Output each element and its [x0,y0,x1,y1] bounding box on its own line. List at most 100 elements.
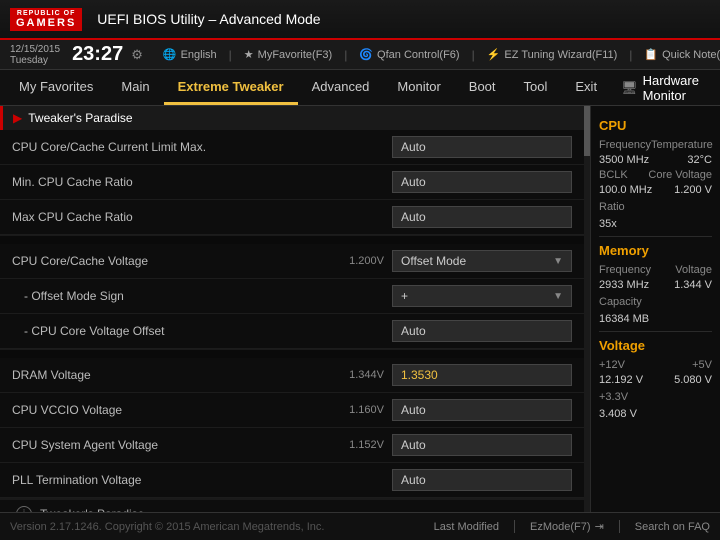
ez-mode-button[interactable]: EzMode(F7) ⇥ [515,520,620,533]
datetime-block: 12/15/2015Tuesday [10,44,60,66]
toolbar: 12/15/2015Tuesday 23:27 ⚙ 🌐 English | ★ … [0,40,720,70]
ez-tuning-label: EZ Tuning Wizard(F11) [504,49,617,61]
nav-boot-label: Boot [469,79,496,94]
cpu-cache-limit-input[interactable]: Auto [392,136,572,158]
setting-row-cpu-core-voltage[interactable]: CPU Core/Cache Voltage 1.200V Offset Mod… [0,244,584,279]
hw-cpu-freq-label: Frequency [599,139,651,151]
setting-row-min-cpu-cache[interactable]: Min. CPU Cache Ratio Auto [0,165,584,200]
setting-row-cpu-core-offset[interactable]: - CPU Core Voltage Offset Auto [0,314,584,349]
cpu-vccio-input[interactable]: Auto [392,399,572,421]
hw-cpu-bclk-label: BCLK [599,169,628,181]
max-cpu-cache-input[interactable]: Auto [392,206,572,228]
scrollbar-thumb[interactable] [584,106,590,156]
toolbar-ez-tuning[interactable]: ⚡ EZ Tuning Wizard(F11) [481,46,624,63]
hw-cpu-bclk-val-row: 100.0 MHz 1.200 V [599,184,712,196]
nav-item-exit[interactable]: Exit [561,70,611,105]
section-header-tweakers-paradise: ▶ Tweaker's Paradise [0,106,584,130]
hw-cpu-ratio-value: 35x [599,218,617,230]
hw-volt-5v-label: +5V [692,359,712,371]
hw-volt-12v-row: +12V +5V [599,359,712,371]
settings-group-3: DRAM Voltage 1.344V 1.3530 CPU VCCIO Vol… [0,358,584,499]
info-icon: i [16,506,32,512]
offset-sign-select[interactable]: + ▼ [392,285,572,307]
sep3: | [472,48,475,62]
hw-volt-12v-val-row: 12.192 V 5.080 V [599,374,712,386]
cpu-core-offset-label: - CPU Core Voltage Offset [24,324,304,338]
language-label: English [181,49,217,61]
last-modified-button[interactable]: Last Modified [434,520,515,533]
cpu-core-offset-input[interactable]: Auto [392,320,572,342]
hw-divider-2 [599,331,712,332]
hw-volt-33v-value: 3.408 V [599,408,637,420]
nav-item-extreme-tweaker[interactable]: Extreme Tweaker [164,70,298,105]
group-separator-2 [0,350,584,358]
cpu-core-voltage-select[interactable]: Offset Mode ▼ [392,250,572,272]
setting-row-max-cpu-cache[interactable]: Max CPU Cache Ratio Auto [0,200,584,235]
hw-cpu-bclk-row: BCLK Core Voltage [599,169,712,181]
hw-monitor-nav-label: 🖥 Hardware Monitor [611,70,715,105]
hw-cpu-temp-value: 32°C [687,154,712,166]
toolbar-qfan[interactable]: 🌀 Qfan Control(F6) [353,46,465,63]
gear-icon: ⚙ [131,47,143,63]
time-display: 23:27 [72,43,123,66]
min-cpu-cache-input[interactable]: Auto [392,171,572,193]
language-icon: 🌐 [163,48,177,61]
nav-advanced-label: Advanced [312,79,370,94]
hw-mem-freq-val-row: 2933 MHz 1.344 V [599,279,712,291]
min-cpu-cache-label: Min. CPU Cache Ratio [12,175,304,189]
hw-mem-freq-row: Frequency Voltage [599,264,712,276]
dram-voltage-input[interactable]: 1.3530 [392,364,572,386]
ez-mode-icon: ⇥ [595,520,604,533]
hw-voltage-title: Voltage [599,338,712,353]
nav-item-monitor[interactable]: Monitor [383,70,454,105]
nav-item-tool[interactable]: Tool [510,70,562,105]
setting-row-offset-sign[interactable]: - Offset Mode Sign + ▼ [0,279,584,314]
hw-cpu-bclk-value: 100.0 MHz [599,184,652,196]
quick-note-icon: 📋 [644,48,658,61]
rog-logo: REPUBLIC OF GAMERS [10,8,82,31]
hw-mem-cap-val-row: 16384 MB [599,311,712,325]
nav-item-main[interactable]: Main [107,70,163,105]
bios-title: UEFI BIOS Utility – Advanced Mode [97,11,320,27]
hw-cpu-ratio-val-row: 35x [599,216,712,230]
hw-mem-cap-row: Capacity [599,294,712,308]
setting-row-dram-voltage[interactable]: DRAM Voltage 1.344V 1.3530 [0,358,584,393]
hw-mem-volt-value: 1.344 V [674,279,712,291]
offset-sign-value: + [401,289,408,303]
nav-item-boot[interactable]: Boot [455,70,510,105]
hw-cpu-corevolt-value: 1.200 V [674,184,712,196]
toolbar-quick-note[interactable]: 📋 Quick Note(F9) [638,46,720,63]
setting-row-cpu-cache-limit[interactable]: CPU Core/Cache Current Limit Max. Auto [0,130,584,165]
sep2: | [344,48,347,62]
sep1: | [229,48,232,62]
hw-mem-cap-value: 16384 MB [599,313,649,325]
hw-cpu-title: CPU [599,118,712,133]
group-separator-1 [0,236,584,244]
pll-termination-input[interactable]: Auto [392,469,572,491]
nav-item-favorites[interactable]: My Favorites [5,70,107,105]
setting-row-pll-termination[interactable]: PLL Termination Voltage Auto [0,463,584,498]
cpu-sys-agent-input[interactable]: Auto [392,434,572,456]
nav-tool-label: Tool [524,79,548,94]
setting-row-cpu-vccio[interactable]: CPU VCCIO Voltage 1.160V Auto [0,393,584,428]
toolbar-language[interactable]: 🌐 English [157,46,223,63]
scrollbar-track[interactable] [584,106,590,512]
toolbar-favorites[interactable]: ★ MyFavorite(F3) [238,46,338,63]
hw-divider-1 [599,236,712,237]
cpu-sys-agent-label: CPU System Agent Voltage [12,438,304,452]
hw-cpu-temp-label: Temperature [651,139,713,151]
nav-item-advanced[interactable]: Advanced [298,70,384,105]
setting-row-cpu-sys-agent[interactable]: CPU System Agent Voltage 1.152V Auto [0,428,584,463]
nav-exit-label: Exit [575,79,597,94]
ez-tuning-icon: ⚡ [487,48,501,61]
favorites-label: MyFavorite(F3) [258,49,333,61]
hw-mem-volt-label: Voltage [675,264,712,276]
bottom-section-label: Tweaker's Paradise [40,507,144,512]
cpu-core-voltage-value: Offset Mode [401,254,466,268]
hw-mem-freq-label: Frequency [599,264,651,276]
search-faq-label: Search on FAQ [635,521,710,533]
hw-mem-cap-label: Capacity [599,296,642,308]
search-faq-button[interactable]: Search on FAQ [620,520,710,533]
hw-cpu-ratio-label: Ratio [599,201,625,213]
hw-mem-freq-value: 2933 MHz [599,279,649,291]
